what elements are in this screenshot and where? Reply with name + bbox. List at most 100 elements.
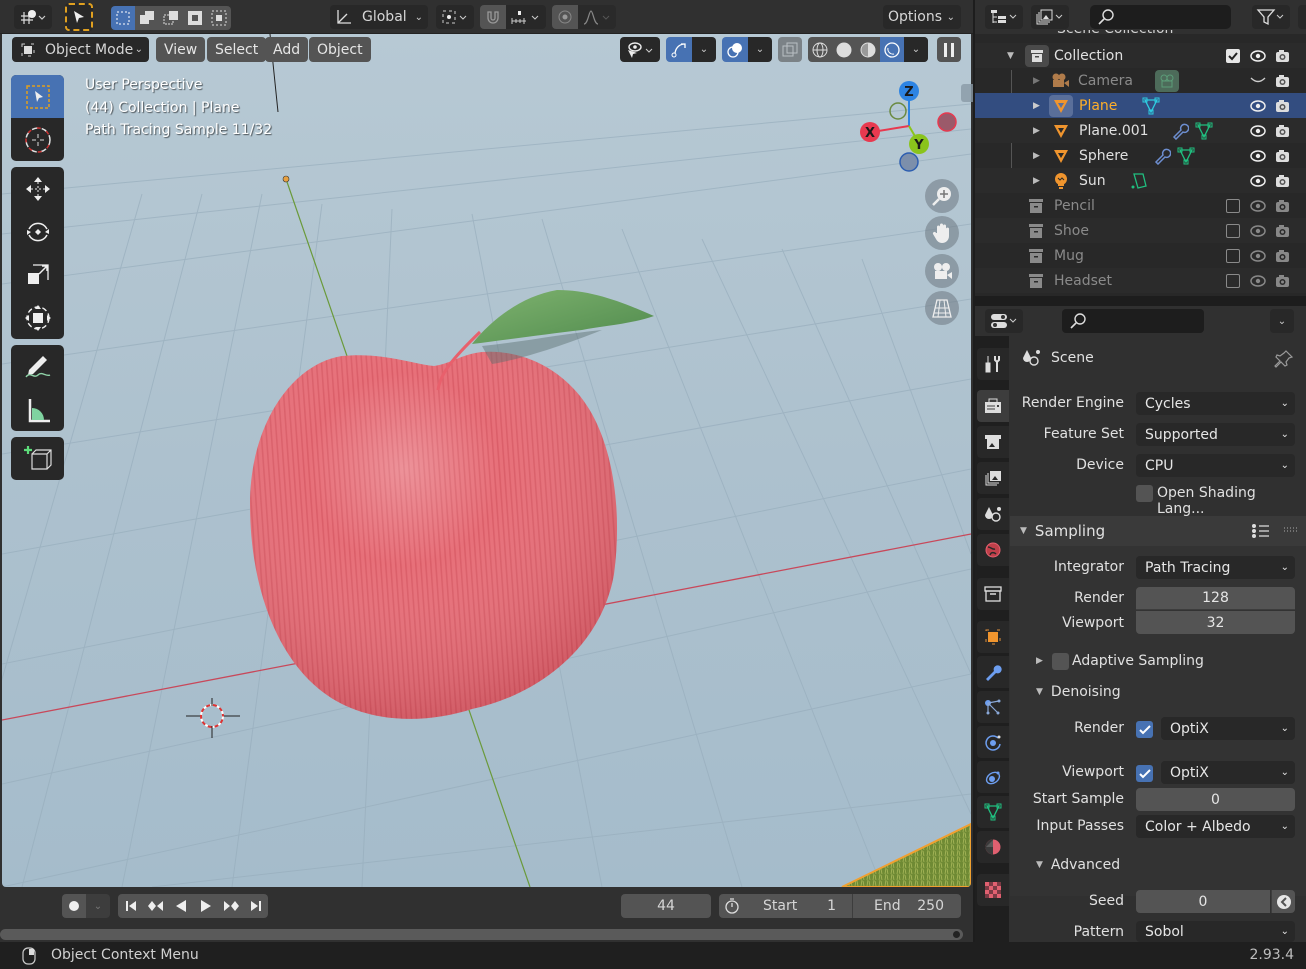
expand-arrow-icon[interactable]: ▶ — [1033, 176, 1040, 186]
transform-orientation-dropdown[interactable]: Global ⌄ — [330, 5, 428, 29]
camera-render-icon[interactable] — [1275, 274, 1290, 288]
sampling-panel-header[interactable]: ▼ Sampling — [1010, 516, 1306, 546]
editor-type-button[interactable] — [14, 5, 52, 29]
object-visibility-dropdown[interactable] — [620, 37, 660, 62]
zoom-view-button[interactable] — [925, 179, 959, 213]
viewport-samples-field[interactable]: 32 — [1136, 611, 1295, 634]
pivot-point-dropdown[interactable] — [436, 5, 474, 29]
exclude-checkbox[interactable] — [1226, 248, 1240, 263]
mesh-data-icon[interactable] — [1142, 97, 1160, 115]
outliner-editor-type-button[interactable] — [985, 5, 1023, 29]
pattern-dropdown[interactable]: Sobol ⌄ — [1136, 921, 1295, 942]
outliner-row-headset[interactable]: Headset — [975, 268, 1306, 293]
light-data-icon[interactable] — [1130, 172, 1148, 190]
display-mode-dropdown[interactable] — [1031, 5, 1069, 29]
adaptive-sampling-checkbox[interactable] — [1052, 653, 1069, 670]
camera-render-icon[interactable] — [1275, 49, 1290, 63]
denoise-viewport-checkbox[interactable] — [1136, 765, 1153, 782]
play-button[interactable] — [193, 894, 218, 918]
shading-wireframe-button[interactable] — [808, 37, 832, 62]
select-mode-invert[interactable] — [183, 6, 207, 30]
tool-cursor[interactable] — [11, 118, 64, 161]
proportional-edit-toggle[interactable] — [552, 5, 578, 29]
menu-select[interactable]: Select — [207, 37, 267, 62]
navigation-gizmo[interactable]: Z X Y — [855, 80, 965, 180]
expand-arrow-icon[interactable]: ▼ — [1007, 51, 1014, 61]
tool-move[interactable] — [11, 167, 64, 210]
pause-render-button[interactable] — [937, 37, 961, 62]
select-tool-toggle[interactable] — [65, 3, 93, 31]
tool-add-cube[interactable] — [11, 437, 64, 480]
camera-render-icon[interactable] — [1275, 74, 1290, 88]
camera-render-icon[interactable] — [1275, 199, 1290, 213]
pan-view-button[interactable] — [925, 216, 959, 250]
show-overlays-toggle[interactable] — [722, 37, 748, 62]
mesh-data-icon[interactable] — [1195, 122, 1213, 140]
eye-icon[interactable] — [1250, 274, 1266, 287]
tool-measure[interactable] — [11, 388, 64, 431]
render-samples-field[interactable]: 128 — [1136, 587, 1295, 610]
play-reverse-button[interactable] — [168, 894, 193, 918]
expand-arrow-icon[interactable]: ▶ — [1036, 656, 1043, 666]
menu-add[interactable]: Add — [265, 37, 309, 62]
eye-icon[interactable] — [1250, 49, 1266, 62]
outliner-row-shoe[interactable]: Shoe — [975, 218, 1306, 243]
timeline-scrollbar[interactable] — [0, 929, 963, 940]
input-passes-dropdown[interactable]: Color + Albedo ⌄ — [1136, 815, 1295, 838]
eye-icon[interactable] — [1250, 149, 1266, 162]
wrench-modifier-icon[interactable] — [1153, 147, 1171, 165]
sidebar-toggle-tab[interactable] — [961, 84, 973, 102]
select-mode-subtract[interactable] — [159, 6, 183, 30]
tool-rotate[interactable] — [11, 210, 64, 253]
select-mode-intersect[interactable] — [207, 6, 231, 30]
snap-toggle[interactable] — [480, 5, 506, 29]
eye-icon[interactable] — [1250, 174, 1266, 187]
xray-toggle[interactable] — [778, 37, 802, 62]
menu-view[interactable]: View — [156, 37, 206, 62]
camera-render-icon[interactable] — [1275, 149, 1290, 163]
toggle-ortho-button[interactable] — [925, 291, 959, 325]
outliner-row-pencil[interactable]: Pencil — [975, 193, 1306, 218]
pin-icon[interactable] — [1274, 349, 1294, 369]
camera-render-icon[interactable] — [1275, 249, 1290, 263]
mesh-data-icon[interactable] — [1177, 147, 1195, 165]
expand-arrow-icon[interactable]: ▶ — [1033, 126, 1040, 136]
denoise-viewport-dropdown[interactable]: OptiX ⌄ — [1161, 761, 1295, 784]
exclude-checkbox[interactable] — [1226, 48, 1240, 63]
tab-scene[interactable] — [977, 498, 1009, 530]
proportional-falloff-dropdown[interactable] — [578, 5, 616, 29]
jump-to-next-keyframe-button[interactable] — [218, 894, 243, 918]
render-engine-dropdown[interactable]: Cycles ⌄ — [1136, 392, 1295, 415]
wrench-modifier-icon[interactable] — [1171, 122, 1189, 140]
shading-rendered-button[interactable] — [880, 37, 904, 62]
stopwatch-icon[interactable] — [724, 897, 740, 915]
tool-scale[interactable] — [11, 253, 64, 296]
outliner-row-plane-001[interactable]: ▶ Plane.001 — [975, 118, 1306, 143]
outliner-row-collection[interactable]: ▼ Collection — [975, 43, 1306, 68]
camera-data-icon[interactable] — [1155, 69, 1179, 92]
device-dropdown[interactable]: CPU ⌄ — [1136, 454, 1295, 477]
expand-arrow-icon[interactable]: ▶ — [1033, 101, 1040, 111]
outliner-row-sun[interactable]: ▶ Sun — [975, 168, 1306, 193]
denoise-render-dropdown[interactable]: OptiX ⌄ — [1161, 717, 1295, 740]
animate-seed-toggle[interactable] — [1271, 890, 1295, 913]
eye-icon[interactable] — [1250, 224, 1266, 237]
gizmo-dropdown[interactable]: ⌄ — [692, 37, 716, 62]
expand-arrow-icon[interactable]: ▶ — [1033, 76, 1040, 86]
camera-render-icon[interactable] — [1275, 99, 1290, 113]
outliner-row-sphere[interactable]: ▶ Sphere — [975, 143, 1306, 168]
shading-solid-button[interactable] — [832, 37, 856, 62]
denoise-render-checkbox[interactable] — [1136, 721, 1153, 738]
shading-material-button[interactable] — [856, 37, 880, 62]
show-gizmo-toggle[interactable] — [666, 37, 692, 62]
eye-closed-icon[interactable] — [1250, 75, 1266, 85]
select-mode-extend[interactable] — [135, 6, 159, 30]
tool-select-box[interactable] — [11, 75, 64, 118]
exclude-checkbox[interactable] — [1226, 273, 1240, 288]
jump-to-prev-keyframe-button[interactable] — [143, 894, 168, 918]
auto-keying-toggle[interactable] — [62, 894, 86, 918]
seed-field[interactable]: 0 — [1136, 890, 1270, 913]
properties-editor-type-button[interactable] — [985, 309, 1023, 333]
camera-render-icon[interactable] — [1275, 224, 1290, 238]
overlays-dropdown[interactable]: ⌄ — [748, 37, 772, 62]
